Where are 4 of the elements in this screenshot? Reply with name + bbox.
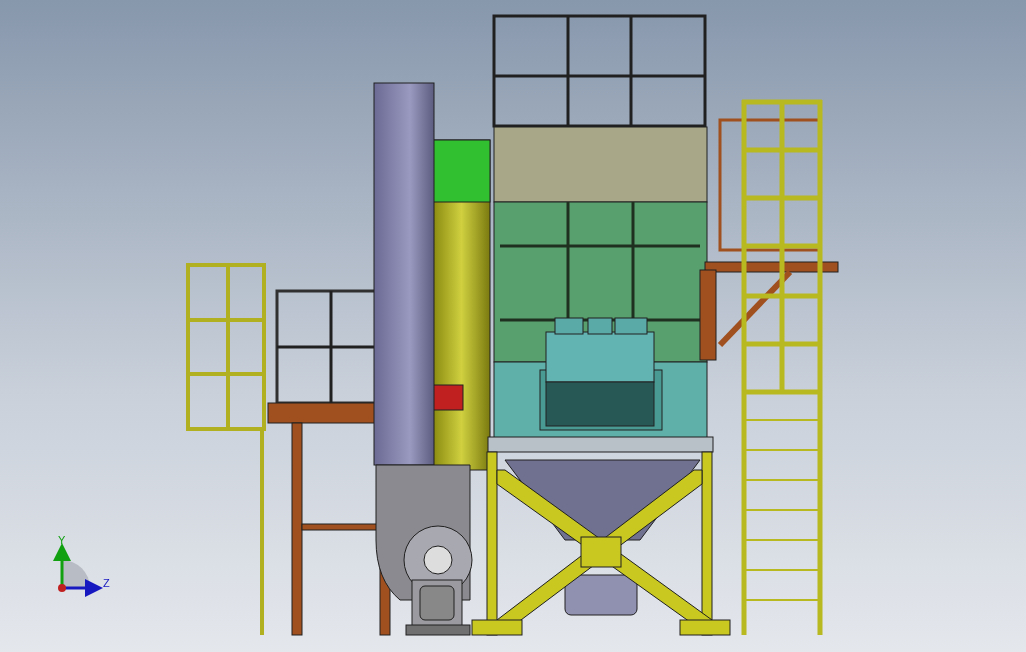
axis-label: Z bbox=[103, 577, 110, 589]
origin-icon bbox=[58, 584, 66, 592]
axis-label: Y bbox=[58, 534, 66, 546]
triad-shadow-icon bbox=[62, 560, 90, 588]
